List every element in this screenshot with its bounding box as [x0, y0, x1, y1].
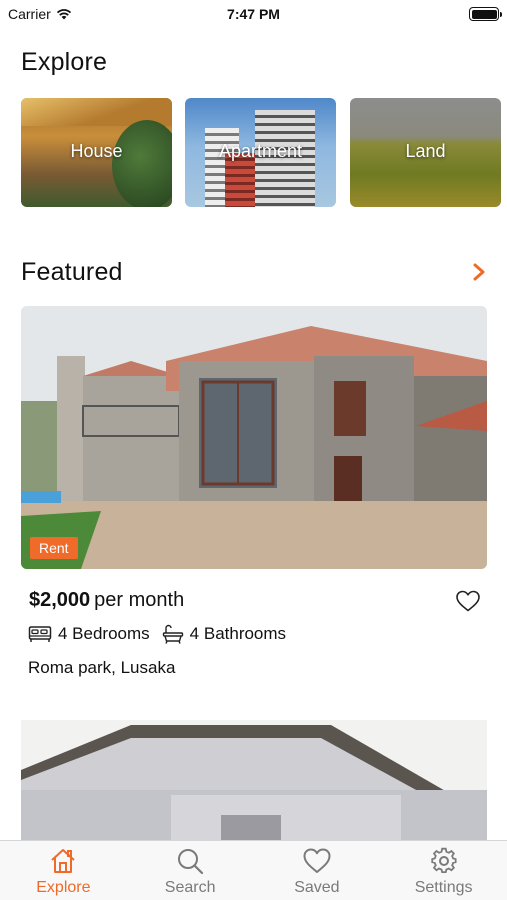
rent-badge: Rent — [30, 537, 78, 559]
bathrooms-label: 4 Bathrooms — [189, 624, 287, 643]
house-photo — [21, 720, 487, 842]
status-bar: Carrier 7:47 PM — [0, 0, 507, 30]
tree-graphic — [112, 120, 172, 207]
listing-location: Roma park, Lusaka — [28, 658, 176, 677]
house-photo — [21, 306, 487, 569]
tab-label-saved: Saved — [294, 879, 340, 896]
status-time: 7:47 PM — [227, 6, 280, 22]
category-card-house[interactable]: House — [21, 98, 172, 207]
gear-icon — [430, 847, 457, 874]
bed-icon — [28, 626, 52, 642]
bedrooms-label: 4 Bedrooms — [58, 624, 150, 643]
tab-label-search: Search — [164, 879, 216, 896]
explore-title: Explore — [21, 48, 108, 76]
listing-price-line: $2,000 per month — [29, 589, 184, 612]
battery-fill — [471, 9, 497, 19]
featured-title: Featured — [21, 258, 123, 286]
tab-saved[interactable]: Saved — [254, 841, 381, 900]
listing-specs: 4 Bedrooms 4 Bathrooms — [28, 624, 298, 644]
bathrooms-spec: 4 Bathrooms — [162, 624, 286, 644]
tab-label-settings: Settings — [414, 879, 473, 896]
category-card-land[interactable]: Land — [350, 98, 501, 207]
home-icon — [51, 849, 76, 873]
tab-label-explore: Explore — [36, 879, 91, 896]
battery-icon — [469, 7, 502, 21]
tab-search[interactable]: Search — [127, 841, 254, 900]
category-label-apartment: Apartment — [218, 141, 303, 161]
listing-price-period: per month — [94, 589, 185, 611]
category-card-apartment[interactable]: Apartment — [185, 98, 336, 207]
category-label-land: Land — [405, 141, 446, 161]
second-listing-image[interactable] — [21, 720, 487, 842]
tab-settings[interactable]: Settings — [380, 841, 507, 900]
category-label-house: House — [70, 141, 123, 161]
heart-icon — [303, 848, 331, 873]
tab-explore[interactable]: Explore — [0, 841, 127, 900]
chevron-right-icon[interactable] — [471, 262, 487, 282]
search-icon — [178, 849, 204, 875]
featured-listing-image[interactable] — [21, 306, 487, 569]
heart-icon[interactable] — [455, 589, 481, 613]
tab-bar: Explore Search Saved Settings — [0, 840, 507, 900]
listing-price: $2,000 — [29, 589, 91, 611]
bathtub-icon — [162, 624, 183, 644]
bedrooms-spec: 4 Bedrooms — [28, 624, 150, 644]
